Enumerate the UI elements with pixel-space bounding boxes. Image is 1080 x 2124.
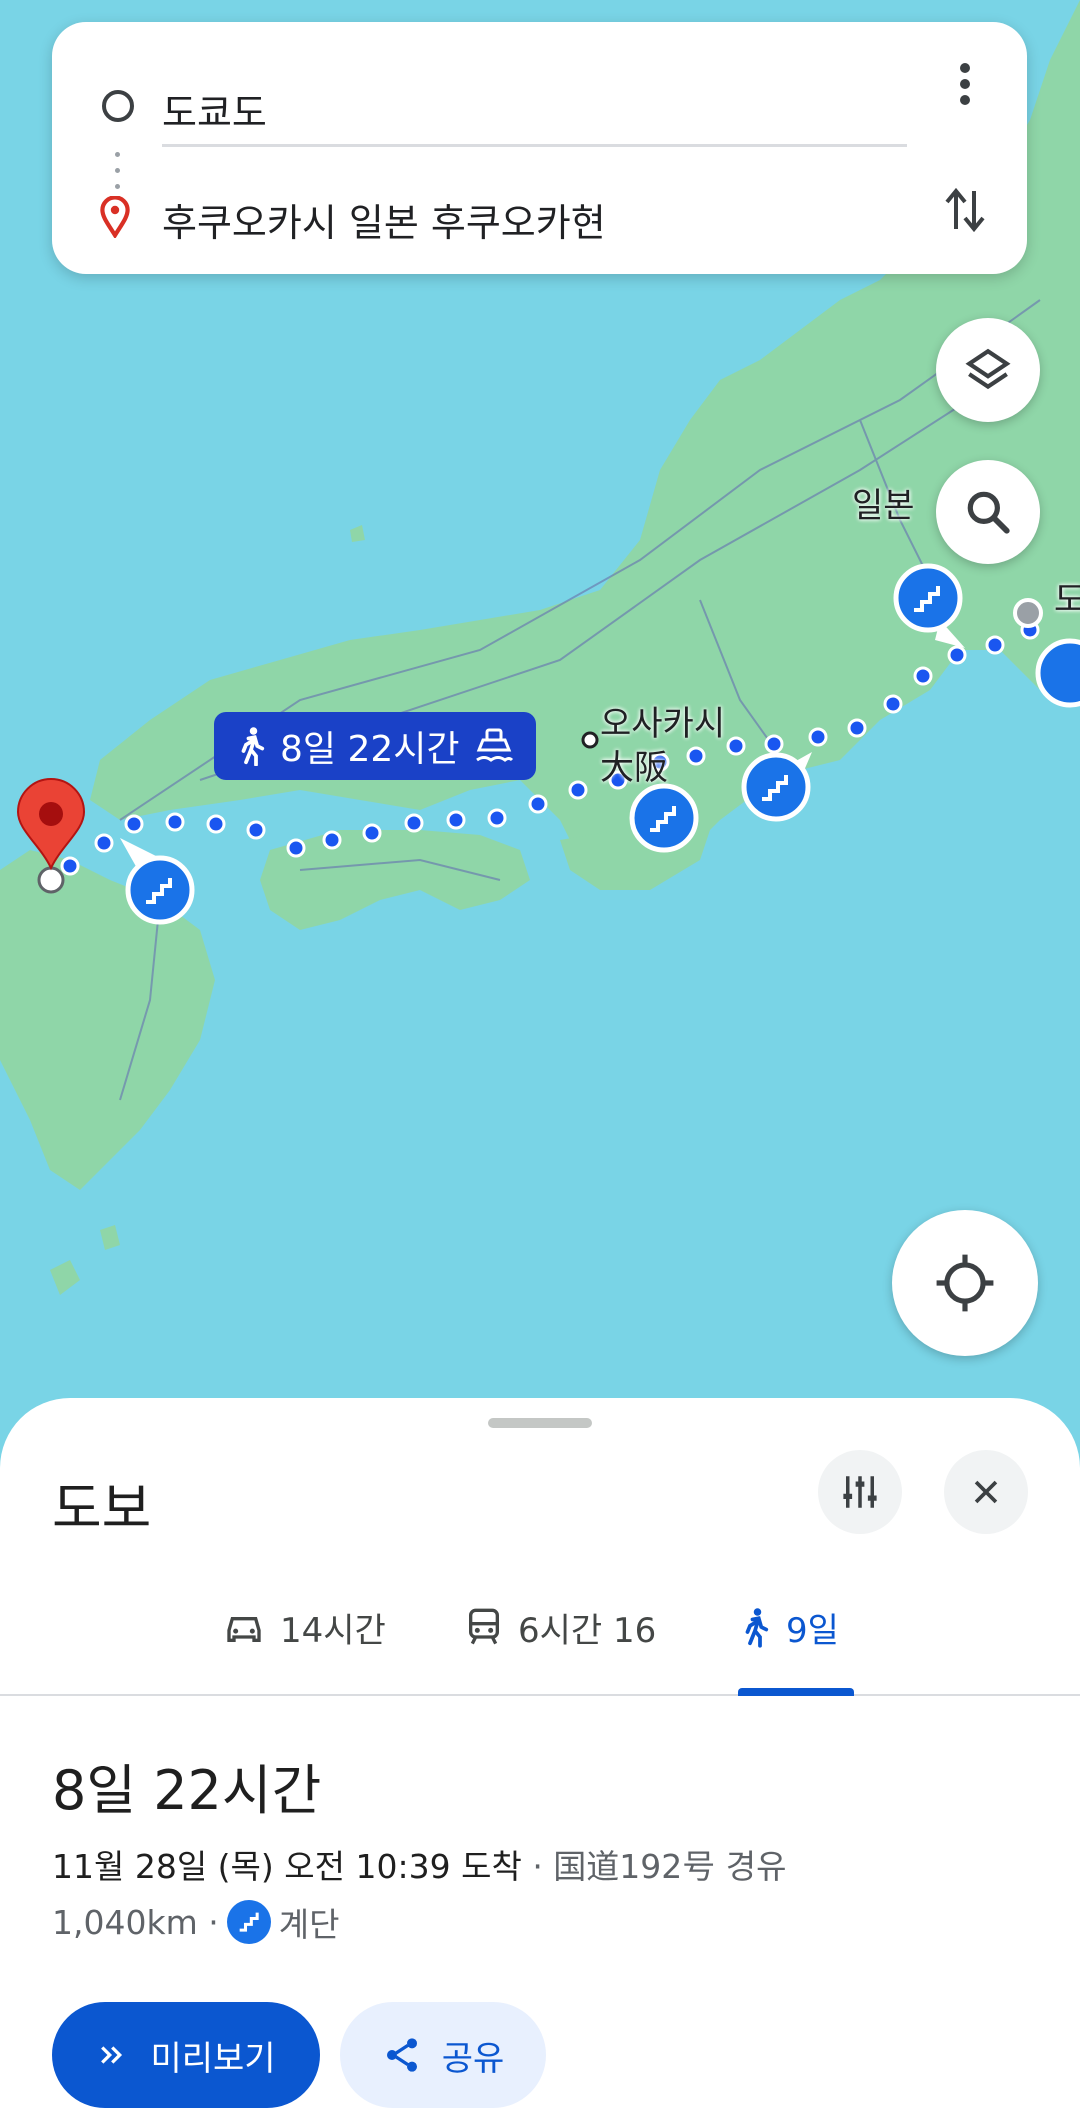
route-dot xyxy=(124,814,144,834)
route-dot xyxy=(94,833,114,853)
route-dot xyxy=(883,694,903,714)
route-dot xyxy=(362,823,382,843)
map-label-japan: 일본 xyxy=(852,486,915,526)
route-dot xyxy=(322,830,342,850)
close-button[interactable] xyxy=(944,1450,1028,1534)
route-distance: 1,040km · xyxy=(52,1902,219,1942)
tab-driving[interactable]: 14시간 xyxy=(224,1560,386,1694)
destination-field[interactable]: 후쿠오카시 일본 후쿠오카현 xyxy=(162,192,606,247)
route-dot xyxy=(568,780,588,800)
swap-direction-button[interactable] xyxy=(937,182,993,238)
origin-circle-icon xyxy=(102,90,134,122)
travel-mode-title: 도보 xyxy=(52,1477,152,1540)
walk-icon xyxy=(241,727,265,766)
preview-button-label: 미리보기 xyxy=(150,2038,276,2079)
route-dot xyxy=(446,810,466,830)
directions-search-card: 도쿄도 후쿠오카시 일본 후쿠오카현 xyxy=(52,22,1027,274)
my-location-button[interactable] xyxy=(892,1210,1038,1356)
share-button-label: 공유 xyxy=(441,2038,505,2079)
route-dot xyxy=(985,635,1005,655)
train-icon xyxy=(469,1608,499,1645)
osaka-city-dot xyxy=(581,731,599,749)
stairs-icon xyxy=(226,1900,271,1944)
map-label-osaka: 오사카시 xyxy=(600,704,726,744)
tab-transit[interactable]: 6시간 16 xyxy=(466,1560,656,1694)
arrival-time: 11월 28일 (목) 오전 10:39 도착 xyxy=(52,1847,522,1886)
route-duration: 8일 22시간 xyxy=(52,1759,322,1822)
route-dot xyxy=(913,666,933,686)
location-pin-icon xyxy=(100,196,130,238)
tab-walking[interactable]: 9일 xyxy=(740,1560,839,1694)
route-dot xyxy=(60,856,80,876)
my-location-icon xyxy=(936,1254,994,1312)
destination-row[interactable]: 후쿠오카시 일본 후쿠오카현 xyxy=(52,182,1027,248)
origin-marker xyxy=(1013,598,1043,628)
share-icon xyxy=(386,2038,417,2072)
close-icon xyxy=(974,1480,998,1504)
route-dot xyxy=(764,734,784,754)
route-distance-row: 1,040km · 계단 xyxy=(52,1898,339,1946)
tab-transit-label: 6시간 16 xyxy=(518,1610,657,1651)
route-dot xyxy=(847,718,867,738)
travel-mode-tabs: 14시간 6시간 16 9일 xyxy=(0,1560,1080,1696)
route-dot xyxy=(404,813,424,833)
route-dot xyxy=(947,645,967,665)
route-dot xyxy=(726,736,746,756)
route-dot xyxy=(286,838,306,858)
stairs-marker[interactable] xyxy=(1035,638,1080,708)
route-dot xyxy=(808,727,828,747)
swap-vert-icon xyxy=(945,187,985,233)
more-options-button[interactable] xyxy=(937,56,993,112)
search-icon xyxy=(967,491,1010,534)
field-divider xyxy=(162,144,907,147)
origin-row[interactable]: 도쿄도 xyxy=(52,72,1027,138)
car-icon xyxy=(227,1617,261,1642)
layers-icon xyxy=(965,348,1011,390)
directions-bottom-sheet: 도보 14시간 6시간 16 9일 8일 22시간 11월 28일 (목) 오전… xyxy=(0,1398,1080,2124)
tune-icon xyxy=(843,1476,877,1508)
origin-field[interactable]: 도쿄도 xyxy=(162,82,267,137)
share-button[interactable]: 공유 xyxy=(340,2002,546,2108)
preview-button[interactable]: 미리보기 xyxy=(52,2002,320,2108)
route-via: · 国道192号 경유 xyxy=(532,1847,787,1886)
route-options-button[interactable] xyxy=(818,1450,902,1534)
double-chevron-right-icon xyxy=(101,2046,123,2064)
map-label-tokyo: 도 xyxy=(1054,580,1080,620)
stairs-label: 계단 xyxy=(278,1905,340,1944)
route-duration-label[interactable]: 8일 22시간 xyxy=(214,712,536,780)
ferry-icon xyxy=(475,728,513,762)
stairs-marker[interactable] xyxy=(741,752,812,822)
route-dot xyxy=(246,820,266,840)
map-label-osaka-kanji: 大阪 xyxy=(600,748,668,788)
route-duration-text: 8일 22시간 xyxy=(280,729,460,770)
route-dot xyxy=(206,814,226,834)
search-button[interactable] xyxy=(936,460,1040,564)
route-dot xyxy=(487,808,507,828)
more-vert-icon xyxy=(960,63,970,105)
route-dot xyxy=(528,794,548,814)
stairs-marker[interactable] xyxy=(629,783,699,853)
tab-walking-label: 9일 xyxy=(786,1610,839,1651)
tab-driving-label: 14시간 xyxy=(280,1610,386,1651)
sheet-drag-handle[interactable] xyxy=(488,1418,592,1428)
route-dot xyxy=(686,746,706,766)
layers-button[interactable] xyxy=(936,318,1040,422)
active-tab-indicator xyxy=(738,1688,854,1696)
walk-icon xyxy=(745,1608,769,1648)
arrival-info: 11월 28일 (목) 오전 10:39 도착 · 国道192号 경유 xyxy=(52,1840,787,1888)
route-dot xyxy=(165,812,185,832)
